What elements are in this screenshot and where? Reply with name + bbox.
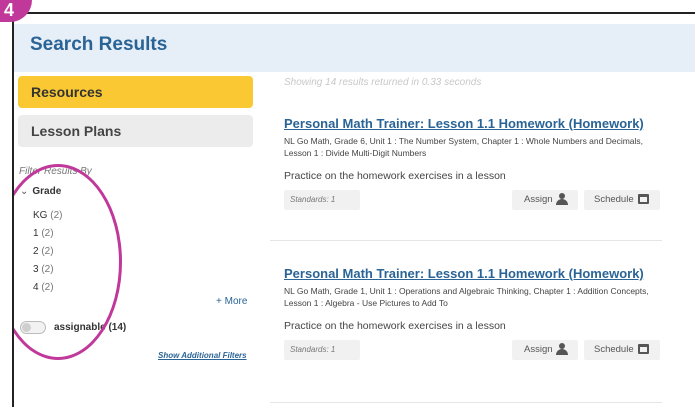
grade-option-3[interactable]: 3 (2) <box>33 261 62 279</box>
assignable-toggle[interactable] <box>20 321 46 334</box>
assign-button[interactable]: Assign <box>512 190 578 210</box>
standards-badge[interactable]: Standards: 1 <box>284 190 360 210</box>
grade-option-1[interactable]: 1 (2) <box>33 225 62 243</box>
calendar-icon <box>637 194 649 205</box>
result-divider <box>270 240 662 241</box>
grade-option-count: (2) <box>41 282 54 293</box>
results-list: Showing 14 results returned in 0.33 seco… <box>270 72 695 407</box>
sidebar: Resources Lesson Plans Filter Results By… <box>14 72 254 407</box>
result-description: Practice on the homework exercises in a … <box>284 320 506 332</box>
more-grades-link[interactable]: + More <box>216 296 247 307</box>
assign-button[interactable]: Assign <box>512 340 578 360</box>
grade-option-label: 3 <box>33 264 39 275</box>
user-icon <box>555 343 568 356</box>
grade-option-count: (2) <box>50 210 63 221</box>
schedule-label: Schedule <box>594 194 634 205</box>
app-window: Search Results Resources Lesson Plans Fi… <box>12 12 695 407</box>
calendar-icon <box>637 344 649 355</box>
assignable-label: assignable (14) <box>54 322 127 334</box>
grade-option-label: 1 <box>33 228 39 239</box>
assignable-filter: assignable (14) <box>20 321 126 334</box>
filter-heading: Filter Results By <box>19 166 92 177</box>
page-title: Search Results <box>30 34 168 55</box>
result-title-link[interactable]: Personal Math Trainer: Lesson 1.1 Homewo… <box>284 266 644 281</box>
result-description: Practice on the homework exercises in a … <box>284 170 506 182</box>
tab-lesson-plans[interactable]: Lesson Plans <box>18 115 253 147</box>
grade-option-label: KG <box>33 210 48 221</box>
user-icon <box>555 193 568 206</box>
show-additional-filters-link[interactable]: Show Additional Filters <box>158 351 247 360</box>
standards-badge[interactable]: Standards: 1 <box>284 340 360 360</box>
schedule-label: Schedule <box>594 344 634 355</box>
result-divider <box>270 402 662 403</box>
grade-option-kg[interactable]: KG (2) <box>33 207 62 225</box>
assign-label: Assign <box>524 194 553 205</box>
result-path: NL Go Math, Grade 6, Unit 1 : The Number… <box>284 136 644 158</box>
grade-option-count: (2) <box>41 264 54 275</box>
grade-filter-label: Grade <box>32 186 62 197</box>
tab-resources[interactable]: Resources <box>18 76 253 108</box>
grade-filter-toggle[interactable]: ⌄ Grade <box>20 186 61 197</box>
schedule-button[interactable]: Schedule <box>584 190 660 210</box>
chevron-down-icon: ⌄ <box>20 186 29 197</box>
result-path: NL Go Math, Grade 1, Unit 1 : Operations… <box>284 286 649 308</box>
grade-option-count: (2) <box>41 228 54 239</box>
result-title-link[interactable]: Personal Math Trainer: Lesson 1.1 Homewo… <box>284 116 644 131</box>
toggle-knob <box>22 323 31 332</box>
step-number: 4 <box>4 0 15 20</box>
grade-option-label: 2 <box>33 246 39 257</box>
grade-option-4[interactable]: 4 (2) <box>33 279 62 297</box>
grade-option-count: (2) <box>41 246 54 257</box>
page-header: Search Results <box>14 24 695 72</box>
grade-option-label: 4 <box>33 282 39 293</box>
grade-filter-list: KG (2) 1 (2) 2 (2) 3 (2) 4 (2) <box>33 207 62 297</box>
grade-option-2[interactable]: 2 (2) <box>33 243 62 261</box>
results-summary: Showing 14 results returned in 0.33 seco… <box>284 77 482 88</box>
assign-label: Assign <box>524 344 553 355</box>
schedule-button[interactable]: Schedule <box>584 340 660 360</box>
